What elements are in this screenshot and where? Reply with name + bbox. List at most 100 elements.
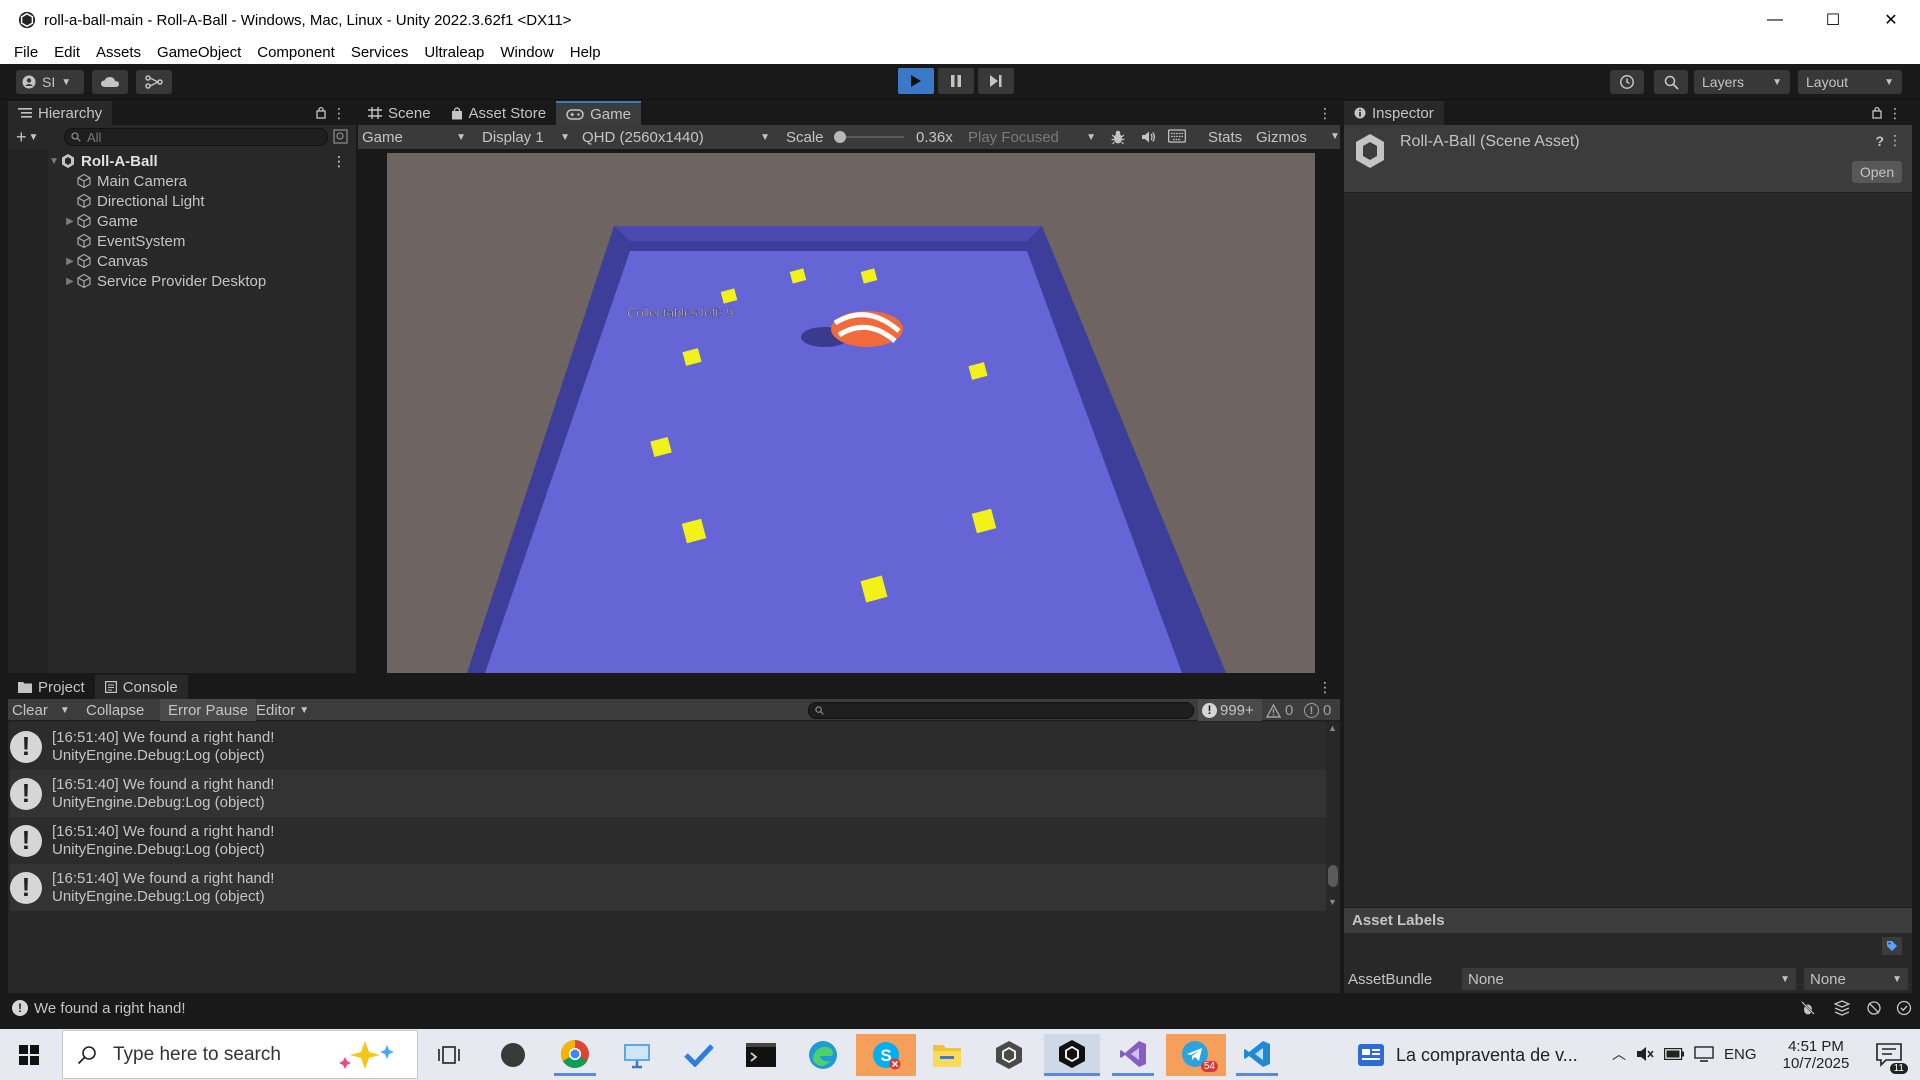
collapsed-triangle-icon[interactable]: ▶ xyxy=(64,216,76,227)
hierarchy-item[interactable]: Directional Light xyxy=(64,191,205,211)
debug-mode-icon[interactable] xyxy=(1800,1000,1816,1016)
console-search-input[interactable] xyxy=(808,702,1194,719)
add-icon[interactable]: + xyxy=(16,127,27,148)
chrome-taskbar-icon[interactable] xyxy=(554,1034,596,1076)
minimize-button[interactable]: — xyxy=(1746,0,1804,40)
close-button[interactable]: ✕ xyxy=(1862,0,1920,40)
layout-dropdown[interactable]: Layout ▼ xyxy=(1798,70,1902,94)
lock-icon[interactable] xyxy=(1872,106,1882,119)
scene-search-icon[interactable] xyxy=(333,129,348,144)
error-filter-toggle[interactable]: ! 0 xyxy=(1304,702,1331,719)
maximize-button[interactable]: ☐ xyxy=(1804,0,1862,40)
task-view-icon[interactable] xyxy=(428,1034,470,1076)
unity-editor-taskbar-icon[interactable] xyxy=(1044,1034,1100,1076)
game-render-viewport[interactable]: Collectables left: 9 xyxy=(387,153,1315,673)
game-mode-dropdown[interactable]: Game ▼ xyxy=(358,125,470,149)
play-focused-dropdown[interactable]: Play Focused ▼ xyxy=(964,125,1100,149)
menu-services[interactable]: Services xyxy=(351,44,409,61)
assetbundle-dropdown[interactable]: None ▼ xyxy=(1462,968,1796,990)
display-dropdown[interactable]: Display 1 ▼ xyxy=(478,125,574,149)
cloud-button[interactable] xyxy=(92,70,128,94)
collapsed-triangle-icon[interactable]: ▶ xyxy=(64,256,76,267)
menu-edit[interactable]: Edit xyxy=(54,44,80,61)
hierarchy-item[interactable]: EventSystem xyxy=(64,231,185,251)
notification-center-button[interactable]: 11 xyxy=(1868,1034,1910,1076)
stats-button[interactable]: Stats xyxy=(1208,129,1242,146)
warning-filter-toggle[interactable]: 0 xyxy=(1266,702,1293,719)
news-widget[interactable]: La compraventa de v... xyxy=(1358,1036,1578,1074)
visual-studio-icon[interactable] xyxy=(1112,1034,1154,1076)
lock-icon[interactable] xyxy=(316,106,326,119)
start-button[interactable] xyxy=(8,1034,50,1076)
search-button[interactable] xyxy=(1654,70,1688,94)
edge-browser-icon[interactable] xyxy=(802,1034,844,1076)
skype-taskbar-icon[interactable]: S xyxy=(856,1034,916,1076)
menu-help[interactable]: Help xyxy=(570,44,601,61)
assetbundle-variant-dropdown[interactable]: None ▼ xyxy=(1804,968,1908,990)
status-message[interactable]: We found a right hand! xyxy=(34,1000,186,1017)
kebab-menu-icon[interactable]: ⋮ xyxy=(1318,679,1332,696)
tab-console[interactable]: Console xyxy=(94,675,188,699)
console-log-row[interactable]: ! [16:51:40] We found a right hand! Unity… xyxy=(10,770,1326,817)
vscode-icon[interactable] xyxy=(1236,1034,1278,1076)
audio-icon[interactable] xyxy=(1140,129,1156,145)
kebab-menu-icon[interactable]: ⋮ xyxy=(332,153,346,170)
speaker-muted-icon[interactable] xyxy=(1636,1046,1654,1062)
undo-history-button[interactable] xyxy=(1610,70,1644,94)
account-dropdown[interactable]: SI ▼ xyxy=(16,70,84,94)
help-icon[interactable]: ? xyxy=(1875,133,1884,149)
tab-game[interactable]: Game xyxy=(556,101,641,125)
console-scrollbar-thumb[interactable] xyxy=(1328,865,1338,887)
telegram-taskbar-icon[interactable]: 54 xyxy=(1166,1034,1226,1076)
tab-inspector[interactable]: Inspector xyxy=(1344,101,1444,125)
play-button[interactable] xyxy=(898,68,934,94)
menu-ultraleap[interactable]: Ultraleap xyxy=(424,44,484,61)
kebab-menu-icon[interactable]: ⋮ xyxy=(1318,105,1332,122)
menu-gameobject[interactable]: GameObject xyxy=(157,44,241,61)
log-filter-toggle[interactable]: ! 999+ xyxy=(1198,699,1262,721)
taskbar-search-box[interactable]: Type here to search xyxy=(62,1030,418,1079)
chevron-down-icon[interactable]: ▼ xyxy=(29,132,39,143)
open-button[interactable]: Open xyxy=(1852,161,1902,183)
hierarchy-search-field[interactable]: All xyxy=(64,128,328,146)
console-log-row[interactable]: ! [16:51:40] We found a right hand! Unity… xyxy=(10,864,1326,911)
cache-server-icon[interactable] xyxy=(1834,1000,1850,1016)
unity-hub-taskbar-icon[interactable] xyxy=(988,1034,1030,1076)
layers-dropdown[interactable]: Layers ▼ xyxy=(1694,70,1790,94)
expanded-triangle-icon[interactable]: ▼ xyxy=(48,156,60,167)
cortana-icon[interactable] xyxy=(492,1034,534,1076)
label-tag-icon[interactable] xyxy=(1882,937,1902,955)
scroll-up-arrow-icon[interactable]: ▲ xyxy=(1328,723,1337,733)
console-log-row[interactable]: ! [16:51:40] We found a right hand! Unity… xyxy=(10,723,1326,770)
gizmos-dropdown-icon[interactable]: ▼ xyxy=(1330,131,1340,142)
network-icon[interactable] xyxy=(1694,1046,1714,1062)
remote-desktop-icon[interactable] xyxy=(616,1034,658,1076)
file-explorer-icon[interactable] xyxy=(926,1034,968,1076)
pause-button[interactable] xyxy=(938,68,974,94)
step-button[interactable] xyxy=(978,68,1014,94)
console-scrollbar[interactable]: ▲ ▼ xyxy=(1326,723,1340,911)
gizmos-button[interactable]: Gizmos xyxy=(1256,129,1307,146)
language-indicator[interactable]: ENG xyxy=(1724,1046,1757,1063)
scene-root-row[interactable]: ▼ Roll-A-Ball ⋮ xyxy=(48,151,356,171)
hierarchy-item[interactable]: ▶ Canvas xyxy=(64,251,148,271)
kebab-menu-icon[interactable]: ⋮ xyxy=(1888,105,1902,122)
hierarchy-item[interactable]: ▶ Service Provider Desktop xyxy=(64,271,266,291)
editor-dropdown[interactable]: Editor ▼ xyxy=(256,702,309,719)
chevron-up-icon[interactable]: ︿ xyxy=(1612,1044,1626,1064)
keyboard-icon[interactable] xyxy=(1168,129,1186,143)
tab-hierarchy[interactable]: Hierarchy xyxy=(8,101,113,125)
todo-checkmark-icon[interactable] xyxy=(678,1034,720,1076)
battery-icon[interactable] xyxy=(1664,1048,1684,1060)
menu-window[interactable]: Window xyxy=(500,44,553,61)
tab-scene[interactable]: Scene xyxy=(358,101,441,125)
console-log-row[interactable]: ! [16:51:40] We found a right hand! Unity… xyxy=(10,817,1326,864)
collab-button[interactable] xyxy=(136,70,172,94)
scale-slider-handle[interactable] xyxy=(834,131,846,143)
hierarchy-item[interactable]: Main Camera xyxy=(64,171,187,191)
auto-generate-lighting-icon[interactable] xyxy=(1866,1000,1882,1016)
progress-check-icon[interactable] xyxy=(1896,1000,1912,1016)
menu-assets[interactable]: Assets xyxy=(96,44,141,61)
clear-button[interactable]: Clear xyxy=(12,702,48,719)
menu-file[interactable]: File xyxy=(14,44,38,61)
